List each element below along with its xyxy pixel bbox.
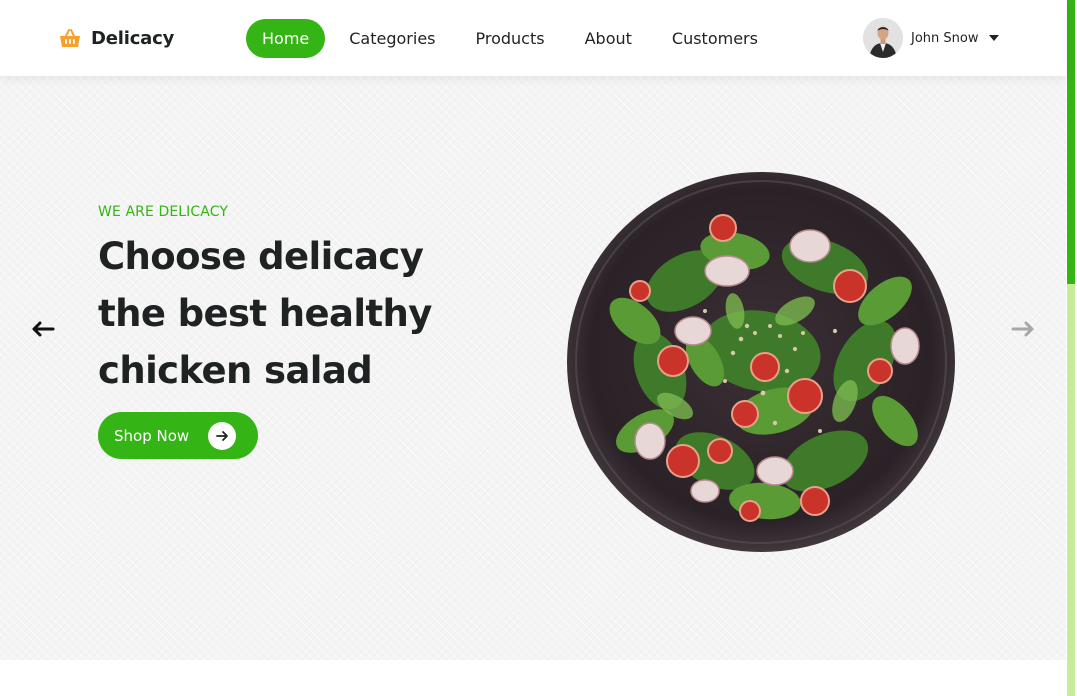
user-name[interactable]: John Snow xyxy=(911,31,978,46)
chevron-down-icon[interactable] xyxy=(989,35,1000,41)
brand-name: Delicacy xyxy=(91,27,175,49)
arrow-right-icon[interactable] xyxy=(1008,317,1038,341)
next-section xyxy=(0,660,1066,696)
scrollbar[interactable] xyxy=(1066,0,1077,696)
shop-now-button[interactable]: Shop Now xyxy=(98,412,258,459)
arrow-right-icon xyxy=(208,422,236,450)
salad-plate-image xyxy=(565,171,957,553)
brand-logo[interactable]: Delicacy xyxy=(59,26,174,50)
hero-tagline: WE ARE DELICACY xyxy=(98,204,228,220)
nav-categories[interactable]: Categories xyxy=(333,19,451,58)
site-header: Delicacy Home Categories Products About … xyxy=(0,0,1066,76)
hero-headline: Choose delicacy the best healthy chicken… xyxy=(98,235,432,392)
main-nav: Home Categories Products About Customers xyxy=(246,19,782,58)
avatar[interactable] xyxy=(863,18,903,58)
scrollbar-thumb[interactable] xyxy=(1067,0,1075,284)
nav-about[interactable]: About xyxy=(569,19,648,58)
user-menu[interactable]: John Snow xyxy=(863,18,1000,58)
hero-slider: WE ARE DELICACY Choose delicacy the best… xyxy=(0,76,1066,660)
shop-now-label: Shop Now xyxy=(114,426,190,445)
nav-products[interactable]: Products xyxy=(460,19,561,58)
basket-icon xyxy=(59,28,81,48)
arrow-left-icon[interactable] xyxy=(28,317,58,341)
nav-customers[interactable]: Customers xyxy=(656,19,774,58)
nav-home[interactable]: Home xyxy=(246,19,326,58)
